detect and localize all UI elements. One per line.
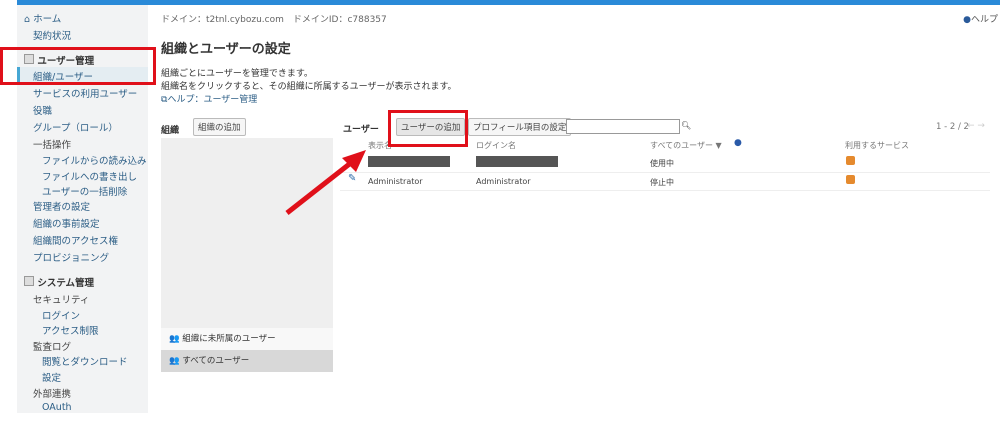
annotation-arrow [285, 150, 366, 215]
